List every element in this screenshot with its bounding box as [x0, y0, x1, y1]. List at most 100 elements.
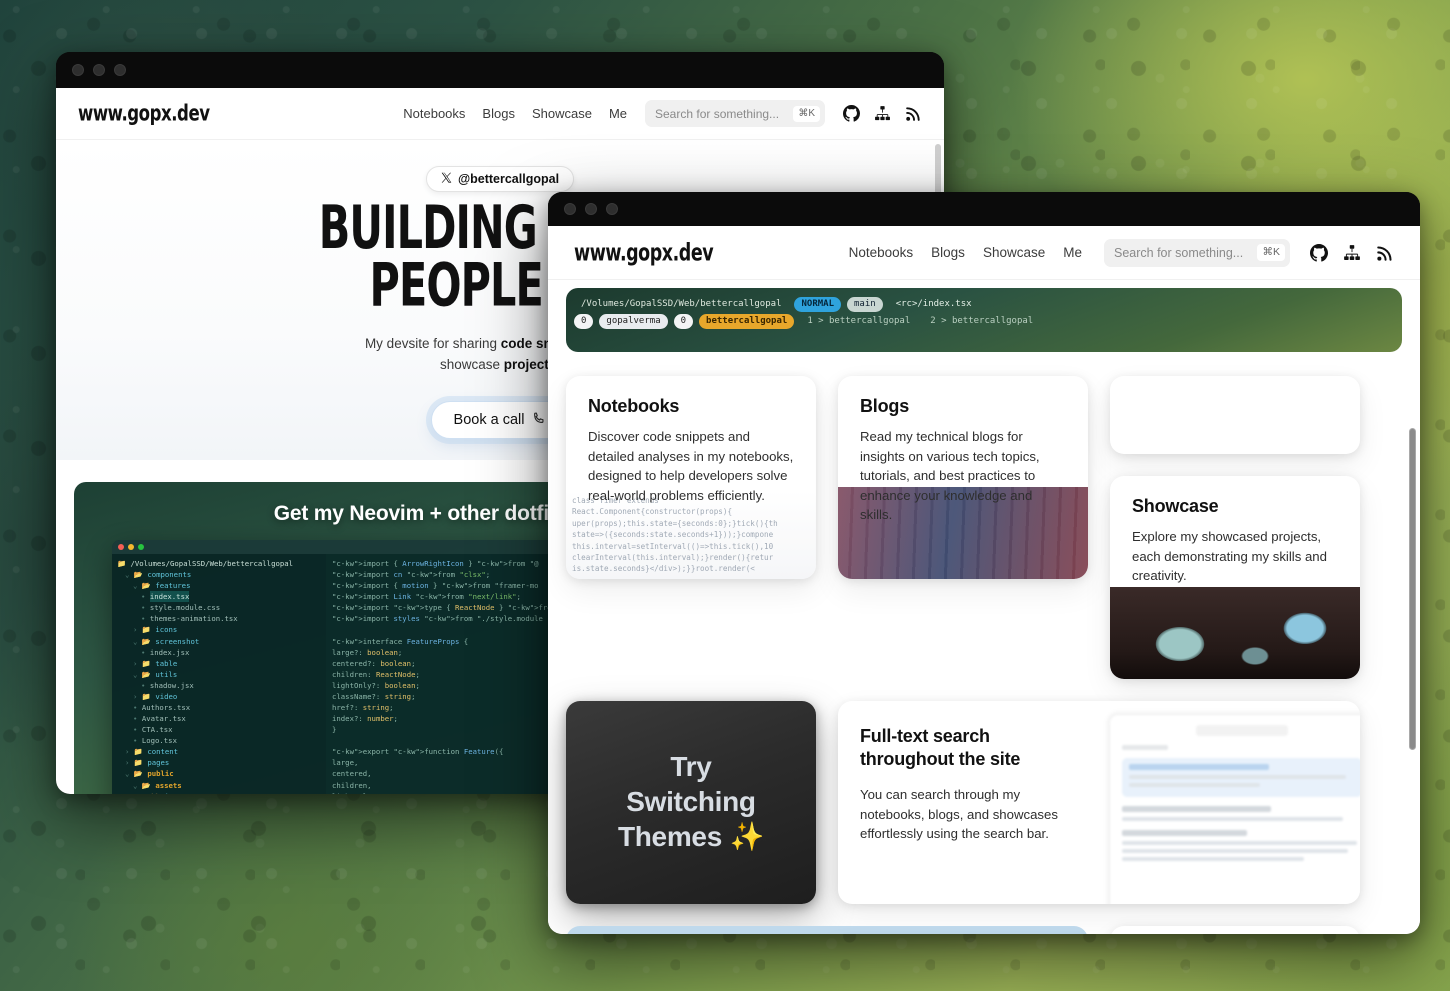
search-input[interactable]: Search for something... ⌘K	[1104, 238, 1290, 267]
nvim-tree-item[interactable]: • themes-animation.tsx	[117, 613, 321, 624]
nvim-tree-item[interactable]: • index.jsx	[117, 647, 321, 658]
back-site-brand[interactable]: www.gopx.dev	[78, 100, 210, 126]
theme-line-2: Switching	[626, 786, 756, 818]
nav-item-notebooks[interactable]: Notebooks	[849, 245, 914, 260]
card-full-text-search[interactable]: Full-text search throughout the site You…	[838, 701, 1360, 904]
search-shortcut-badge: ⌘K	[793, 105, 820, 122]
card-hiring[interactable]: Hiring or looking for a teammate? Here i…	[1110, 926, 1360, 934]
github-icon[interactable]	[1310, 243, 1328, 262]
nav-item-notebooks[interactable]: Notebooks	[403, 106, 465, 121]
card-notebooks-content: Notebooks Discover code snippets and det…	[566, 376, 816, 519]
terminal-branch: main	[847, 297, 883, 312]
nvim-tree-item[interactable]: • Authors.tsx	[117, 702, 321, 713]
card-open-source-text: I do open-source projects, and freelance…	[566, 926, 806, 934]
github-icon[interactable]	[843, 105, 860, 122]
nvim-tree-item[interactable]: › 📁 docs	[117, 791, 321, 794]
preview-result-text	[1122, 817, 1343, 821]
theme-line-3: Themes ✨	[617, 820, 765, 852]
nvim-tree-item[interactable]: › 📁 table	[117, 658, 321, 669]
preview-result-group	[1122, 806, 1360, 821]
preview-result-highlighted	[1122, 758, 1360, 797]
terminal-zero-1: 0	[574, 314, 594, 329]
front-nav-links: Notebooks Blogs Showcase Me	[849, 245, 1082, 260]
card-empty-placeholder[interactable]	[1110, 376, 1360, 454]
nvim-tree-item[interactable]: ⌄ 📂 public	[117, 768, 321, 779]
back-window-titlebar[interactable]	[56, 52, 944, 88]
nvim-tree-item[interactable]: › 📁 pages	[117, 757, 321, 768]
preview-result-heading	[1129, 764, 1270, 770]
nvim-tree-item[interactable]: ⌄ 📂 features	[117, 580, 321, 591]
front-window-titlebar[interactable]	[548, 192, 1420, 226]
back-site-header: www.gopx.dev Notebooks Blogs Showcase Me…	[56, 88, 944, 140]
close-button[interactable]	[72, 64, 84, 76]
front-window-scrollbar-thumb[interactable]	[1409, 428, 1416, 750]
nvim-close-dot	[118, 544, 124, 550]
book-a-call-label: Book a call	[453, 411, 525, 428]
rss-icon[interactable]	[1376, 244, 1394, 262]
nvim-tree-item[interactable]: › 📁 content	[117, 746, 321, 757]
preview-result-text	[1122, 857, 1305, 861]
front-content-scroll-area: /Volumes/GopalSSD/Web/bettercallgopal NO…	[548, 288, 1420, 934]
theme-line-1: Try	[670, 751, 712, 783]
twitter-handle-text: @bettercallgopal	[457, 172, 560, 186]
card-full-text-search-body: You can search through my notebooks, blo…	[860, 787, 1058, 842]
nav-item-showcase[interactable]: Showcase	[983, 245, 1045, 260]
front-window-scrollbar-track[interactable]	[1409, 232, 1416, 928]
nvim-tree-item[interactable]: • shadow.jsx	[117, 680, 321, 691]
terminal-banner: /Volumes/GopalSSD/Web/bettercallgopal NO…	[566, 288, 1402, 352]
nvim-tree-item[interactable]: • Avatar.tsx	[117, 713, 321, 724]
terminal-user: gopalverma	[599, 314, 668, 329]
card-hiring-content: Hiring or looking for a teammate? Here i…	[1110, 926, 1360, 934]
nvim-minimize-dot	[128, 544, 134, 550]
nvim-zoom-dot	[138, 544, 144, 550]
card-open-source[interactable]: I do open-source projects, and freelance…	[566, 926, 1088, 934]
front-header-icons	[1310, 243, 1394, 262]
nvim-tree-item[interactable]: • Logo.tsx	[117, 735, 321, 746]
card-blogs[interactable]: Blogs Read my technical blogs for insigh…	[838, 376, 1088, 579]
zoom-button[interactable]	[606, 203, 618, 215]
nav-item-blogs[interactable]: Blogs	[482, 106, 515, 121]
nvim-tree-item[interactable]: › 📁 video	[117, 691, 321, 702]
nvim-tree-item[interactable]: ⌄ 📂 utils	[117, 669, 321, 680]
nav-item-me[interactable]: Me	[609, 106, 627, 121]
zoom-button[interactable]	[114, 64, 126, 76]
nav-item-blogs[interactable]: Blogs	[931, 245, 965, 260]
minimize-button[interactable]	[585, 203, 597, 215]
twitter-handle-badge[interactable]: @bettercallgopal	[425, 166, 575, 192]
nvim-tree-item[interactable]: • CTA.tsx	[117, 724, 321, 735]
nvim-tree-item[interactable]: • index.tsx	[117, 591, 321, 603]
card-theme-switcher[interactable]: Try Switching Themes ✨	[566, 701, 816, 904]
front-site-header: www.gopx.dev Notebooks Blogs Showcase Me…	[548, 226, 1420, 280]
preview-search-pill	[1196, 725, 1288, 736]
card-notebooks[interactable]: Notebooks Discover code snippets and det…	[566, 376, 816, 579]
foreground-browser-window[interactable]: www.gopx.dev Notebooks Blogs Showcase Me…	[548, 192, 1420, 934]
front-site-brand[interactable]: www.gopx.dev	[574, 239, 714, 267]
search-input[interactable]: Search for something... ⌘K	[645, 100, 825, 127]
nvim-tree-item[interactable]: › 📁 icons	[117, 624, 321, 635]
nvim-tree-item[interactable]: ⌄ 📂 assets	[117, 780, 321, 791]
preview-result-text	[1129, 783, 1261, 787]
search-placeholder: Search for something...	[1114, 245, 1244, 260]
preview-result-text	[1122, 841, 1358, 845]
card-theme-switcher-text: Try Switching Themes ✨	[618, 750, 764, 854]
terminal-banner-line-2: 0 gopalverma 0 bettercallgopal 1 > bette…	[566, 314, 1402, 329]
sitemap-icon[interactable]	[1343, 244, 1361, 262]
nav-item-showcase[interactable]: Showcase	[532, 106, 592, 121]
rss-icon[interactable]	[905, 105, 922, 122]
search-shortcut-badge: ⌘K	[1257, 244, 1285, 261]
card-showcase[interactable]: Showcase Explore my showcased projects, …	[1110, 476, 1360, 679]
sitemap-icon[interactable]	[874, 105, 891, 122]
close-button[interactable]	[564, 203, 576, 215]
neovim-file-tree[interactable]: 📁 /Volumes/GopalSSD/Web/bettercallgopal ⌄…	[112, 554, 326, 794]
terminal-project: bettercallgopal	[699, 314, 795, 329]
nvim-tree-item[interactable]: • style.module.css	[117, 602, 321, 613]
minimize-button[interactable]	[93, 64, 105, 76]
nvim-tree-item[interactable]: ⌄ 📂 components	[117, 569, 321, 580]
terminal-path: /Volumes/GopalSSD/Web/bettercallgopal	[581, 299, 782, 309]
nvim-tree-item[interactable]: ⌄ 📂 screenshot	[117, 636, 321, 647]
nvim-tree-root: 📁 /Volumes/GopalSSD/Web/bettercallgopal	[117, 559, 294, 568]
search-placeholder: Search for something...	[655, 106, 780, 121]
card-full-text-search-title: Full-text search throughout the site	[860, 726, 1021, 770]
nav-item-me[interactable]: Me	[1063, 245, 1082, 260]
preview-result-text	[1122, 849, 1348, 853]
